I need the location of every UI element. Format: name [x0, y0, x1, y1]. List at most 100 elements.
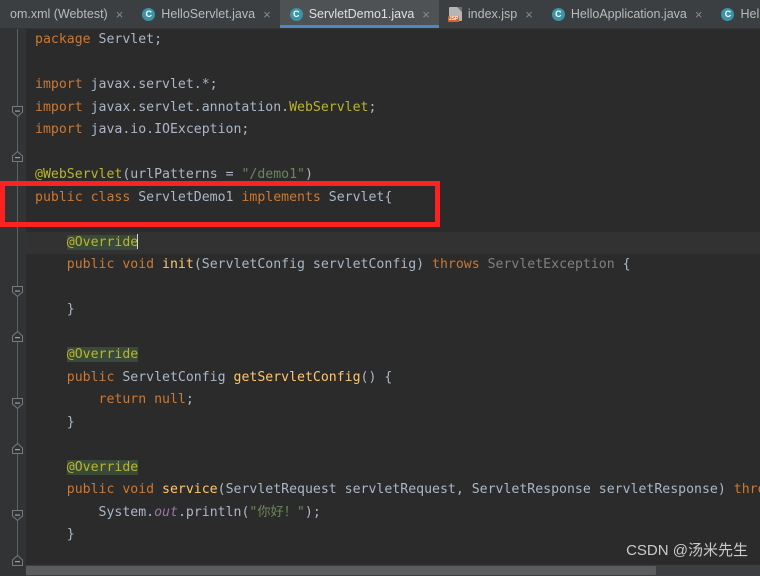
code-line[interactable]: [26, 277, 760, 300]
code-line[interactable]: public void init(ServletConfig servletCo…: [26, 254, 760, 277]
code-token: ServletRequest servletRequest: [225, 482, 456, 497]
code-token: public void: [66, 482, 163, 497]
editor-tab-label: index.jsp: [467, 7, 518, 21]
code-token: javax.servlet.annotation.: [90, 99, 290, 115]
java-class-icon: C: [142, 7, 156, 21]
close-icon[interactable]: ×: [422, 8, 430, 21]
code-fold-start-icon[interactable]: [11, 285, 24, 298]
editor-tab-helloservlet-java[interactable]: C HelloServlet.java ×: [132, 0, 279, 28]
close-icon[interactable]: ×: [116, 8, 124, 21]
java-class-icon: C: [551, 7, 565, 21]
code-line[interactable]: [26, 142, 760, 165]
code-line[interactable]: import java.io.IOException;: [26, 119, 760, 142]
code-token: @Override: [66, 459, 139, 475]
code-line[interactable]: [26, 52, 760, 75]
code-fold-start-icon[interactable]: [11, 105, 24, 118]
code-line[interactable]: @WebServlet(urlPatterns = "/demo1"): [26, 164, 760, 187]
code-token: getServletConfig: [233, 369, 361, 385]
code-token: () {: [360, 369, 393, 385]
code-token: throws: [432, 257, 488, 272]
code-token: ;: [368, 99, 377, 115]
java-class-icon: C: [289, 7, 303, 21]
close-icon[interactable]: ×: [263, 8, 271, 21]
close-icon[interactable]: ×: [695, 8, 703, 21]
editor-tab-label: HelloR: [740, 7, 760, 21]
editor-tab-helloapplication-java[interactable]: C HelloApplication.java ×: [542, 0, 712, 28]
code-token: ServletConfig: [122, 369, 234, 385]
code-fold-end-icon[interactable]: [11, 442, 24, 455]
editor-tab-om-xml-webtest[interactable]: om.xml (Webtest) ×: [0, 0, 132, 28]
code-fold-start-icon[interactable]: [11, 397, 24, 410]
code-token: init: [162, 257, 194, 272]
code-line[interactable]: }: [26, 299, 760, 322]
code-line[interactable]: @Override: [26, 344, 760, 367]
code-token: ): [416, 257, 433, 272]
code-token: }: [35, 302, 75, 317]
code-line[interactable]: public class ServletDemo1 implements Ser…: [26, 187, 760, 210]
code-token: ServletConfig servletConfig: [201, 257, 417, 272]
code-line[interactable]: import javax.servlet.*;: [26, 74, 760, 97]
code-token: (: [217, 482, 226, 497]
code-token: ServletException: [487, 257, 623, 272]
code-token: ServletDemo1: [138, 189, 242, 205]
code-editor[interactable]: package Servlet; import javax.servlet.*; i…: [0, 29, 760, 576]
code-content[interactable]: package Servlet; import javax.servlet.*; i…: [17, 29, 760, 576]
editor-tab-label: HelloApplication.java: [570, 7, 687, 21]
code-line[interactable]: [26, 322, 760, 345]
close-icon[interactable]: ×: [525, 8, 533, 21]
editor-tab-servletdemo1-java[interactable]: C ServletDemo1.java ×: [279, 0, 440, 28]
code-token: public: [66, 369, 123, 385]
code-line[interactable]: [26, 434, 760, 457]
code-token: .: [177, 504, 186, 520]
text-caret: [137, 233, 139, 249]
editor-tab-label: om.xml (Webtest): [10, 7, 108, 21]
code-line[interactable]: return null;: [26, 389, 760, 412]
code-token: ,: [455, 482, 472, 497]
code-token: thro: [733, 482, 760, 497]
csdn-watermark: CSDN @汤米先生: [626, 542, 748, 559]
code-token: implements: [241, 189, 329, 205]
code-line[interactable]: System.out.println("你好！");: [26, 502, 760, 525]
code-line[interactable]: public void service(ServletRequest servl…: [26, 479, 760, 502]
code-token: import: [35, 77, 91, 92]
code-line[interactable]: @Override: [26, 457, 760, 480]
code-token: service: [162, 482, 218, 497]
code-line[interactable]: @Override: [17, 231, 760, 254]
horizontal-scrollbar[interactable]: [26, 565, 760, 576]
code-line[interactable]: package Servlet;: [26, 29, 760, 52]
editor-tab-index-jsp[interactable]: index.jsp ×: [439, 0, 542, 28]
code-token: ): [717, 482, 734, 497]
code-token: System.: [98, 504, 155, 520]
code-token: package: [35, 32, 99, 47]
code-token: (: [193, 257, 202, 272]
code-line[interactable]: import javax.servlet.annotation.WebServl…: [26, 97, 760, 120]
code-fold-end-icon[interactable]: [11, 330, 24, 343]
code-token: println: [185, 504, 242, 520]
code-token: java.io.IOException;: [90, 122, 250, 137]
horizontal-scrollbar-thumb[interactable]: [26, 566, 656, 575]
editor-gutter[interactable]: [0, 29, 26, 576]
code-token: "/demo1": [241, 167, 305, 182]
code-token: public class: [35, 189, 139, 205]
code-line[interactable]: }: [26, 412, 760, 435]
code-fold-start-icon[interactable]: [11, 509, 24, 522]
code-token: =: [225, 167, 242, 182]
editor-tab-hellor[interactable]: C HelloR: [711, 0, 760, 28]
code-token: }: [35, 414, 75, 430]
code-token: @WebServlet: [35, 167, 123, 182]
code-token: {: [622, 257, 631, 272]
code-fold-end-icon[interactable]: [11, 150, 24, 163]
code-fold-end-icon[interactable]: [11, 554, 24, 567]
code-line[interactable]: [26, 209, 760, 232]
code-token: import: [35, 122, 91, 137]
code-token: ): [305, 167, 313, 182]
code-token: @Override: [66, 347, 139, 362]
code-line[interactable]: public ServletConfig getServletConfig() …: [26, 367, 760, 390]
